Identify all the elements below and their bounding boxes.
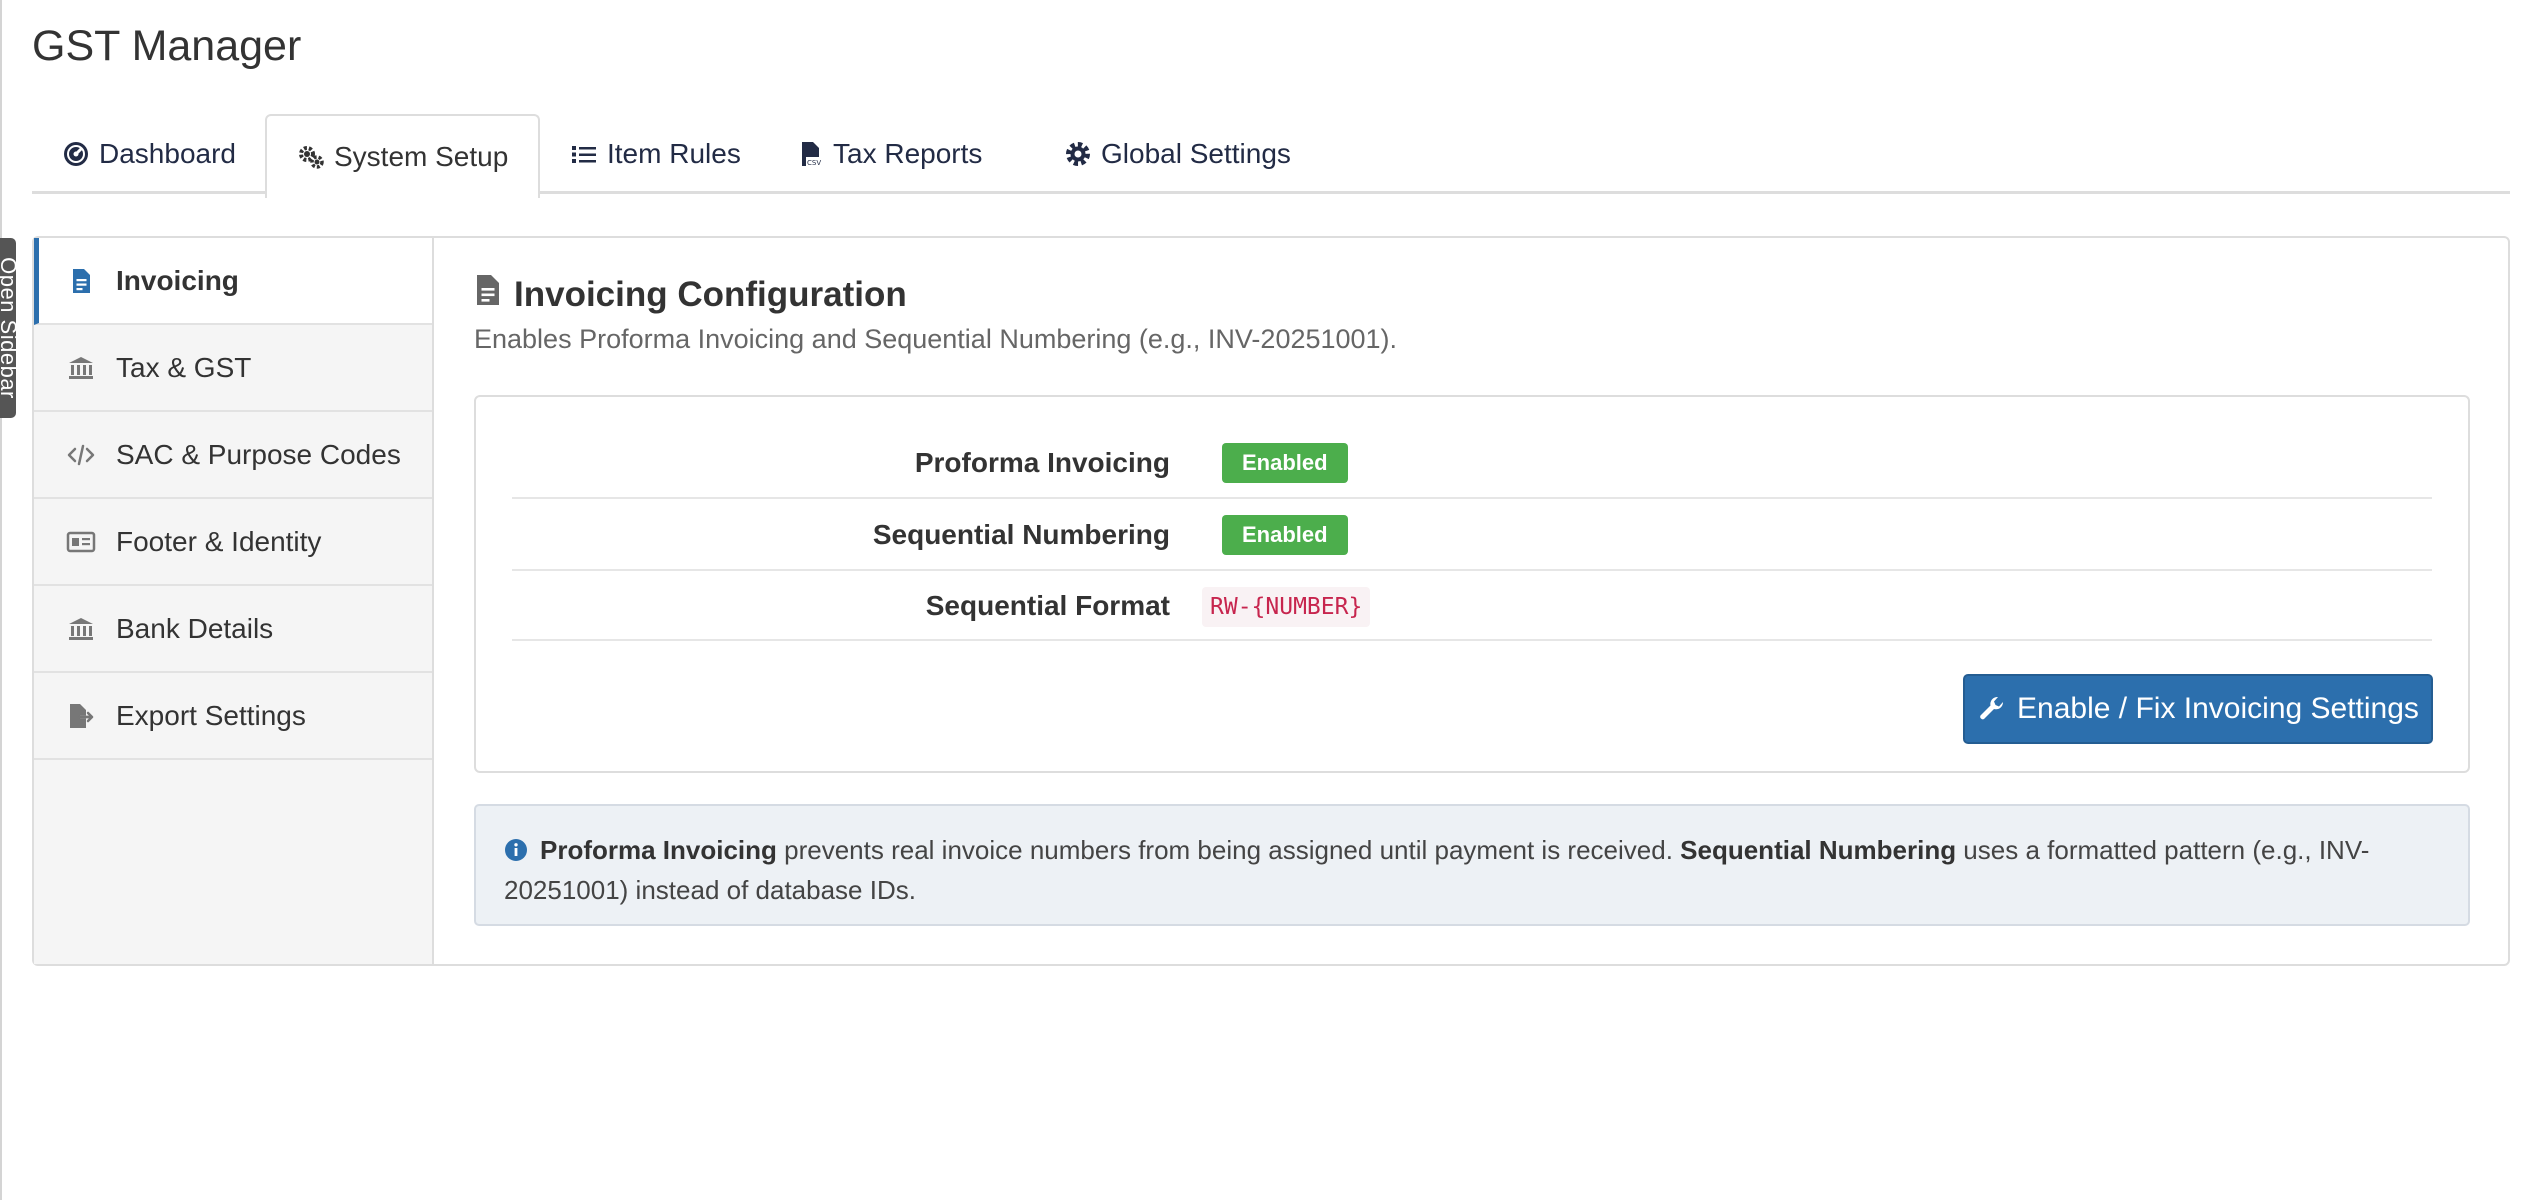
tab-global-settings[interactable]: Global Settings: [1034, 114, 1321, 194]
info-term-sequential: Sequential Numbering: [1680, 835, 1957, 865]
code-icon: [66, 440, 96, 470]
section-title: Invoicing Configuration: [474, 273, 907, 316]
csv-file-icon: CSV: [796, 140, 824, 168]
section-title-text: Invoicing Configuration: [514, 274, 907, 314]
nav-item-invoicing-label: Invoicing: [116, 264, 239, 296]
setting-row: Proforma Invoicing Enabled: [512, 427, 2432, 499]
svg-text:CSV: CSV: [807, 159, 821, 167]
nav-item-tax-gst[interactable]: Tax & GST: [34, 325, 432, 412]
app-title: GST Manager: [32, 22, 302, 70]
invoice-icon: [474, 273, 502, 316]
list-icon: [570, 140, 598, 168]
setting-label: Sequential Format: [925, 590, 1170, 621]
status-badge: Enabled: [1222, 515, 1348, 555]
info-term-proforma: Proforma Invoicing: [540, 835, 777, 865]
setting-row: Sequential Format RW-{NUMBER}: [512, 571, 2432, 641]
setting-label: Sequential Numbering: [872, 519, 1170, 550]
tab-item-rules[interactable]: Item Rules: [540, 114, 771, 194]
tab-system-setup-label: System Setup: [334, 141, 509, 172]
setting-label: Proforma Invoicing: [914, 447, 1170, 478]
tab-tax-reports-label: Tax Reports: [833, 138, 983, 169]
tab-system-setup[interactable]: System Setup: [265, 114, 541, 198]
invoicing-content: Invoicing Configuration Enables Proforma…: [474, 238, 2508, 964]
tab-dashboard-label: Dashboard: [99, 138, 236, 169]
bank-icon: [66, 614, 96, 644]
format-code: RW-{NUMBER}: [1202, 587, 1371, 627]
page-left-border: [0, 0, 2, 1200]
settings-card: Proforma Invoicing Enabled Sequential Nu…: [474, 395, 2470, 773]
setup-nav: Invoicing Tax & GST SAC & Purpose Codes …: [34, 238, 434, 964]
info-icon: [504, 833, 528, 861]
nav-item-footer-identity-label: Footer & Identity: [116, 525, 322, 557]
wrench-icon: [1977, 694, 2007, 724]
setting-row: Sequential Numbering Enabled: [512, 499, 2432, 571]
tab-dashboard[interactable]: Dashboard: [32, 114, 266, 194]
section-subtitle: Enables Proforma Invoicing and Sequentia…: [474, 324, 1398, 354]
enable-fix-invoicing-button[interactable]: Enable / Fix Invoicing Settings: [1963, 674, 2433, 744]
info-alert: Proforma Invoicing prevents real invoice…: [474, 804, 2470, 926]
nav-item-export-settings-label: Export Settings: [116, 699, 306, 731]
nav-item-sac-purpose-codes-label: SAC & Purpose Codes: [116, 438, 401, 470]
open-sidebar-label: Open Sidebar: [0, 257, 16, 399]
main-tabs: Dashboard System Setup Item Rules CSV Ta…: [32, 112, 2510, 198]
nav-item-sac-purpose-codes[interactable]: SAC & Purpose Codes: [34, 412, 432, 499]
gear-icon: [1064, 140, 1092, 168]
tab-tax-reports[interactable]: CSV Tax Reports: [766, 114, 1012, 194]
nav-item-export-settings[interactable]: Export Settings: [34, 673, 432, 760]
nav-item-bank-details-label: Bank Details: [116, 612, 274, 644]
id-card-icon: [66, 527, 96, 557]
nav-item-invoicing[interactable]: Invoicing: [34, 238, 432, 325]
invoice-icon: [66, 266, 96, 296]
nav-item-tax-gst-label: Tax & GST: [116, 351, 252, 383]
setup-panel: Invoicing Tax & GST SAC & Purpose Codes …: [32, 236, 2510, 966]
tab-global-settings-label: Global Settings: [1101, 138, 1291, 169]
dashboard-icon: [62, 140, 90, 168]
nav-item-bank-details[interactable]: Bank Details: [34, 586, 432, 673]
bank-icon: [66, 353, 96, 383]
open-sidebar-toggle[interactable]: Open Sidebar: [0, 238, 16, 418]
gears-icon: [297, 143, 325, 171]
nav-item-footer-identity[interactable]: Footer & Identity: [34, 499, 432, 586]
tab-item-rules-label: Item Rules: [607, 138, 741, 169]
status-badge: Enabled: [1222, 443, 1348, 483]
file-export-icon: [66, 701, 96, 731]
enable-fix-invoicing-label: Enable / Fix Invoicing Settings: [2017, 692, 2419, 725]
info-text-1: prevents real invoice numbers from being…: [776, 835, 1681, 865]
